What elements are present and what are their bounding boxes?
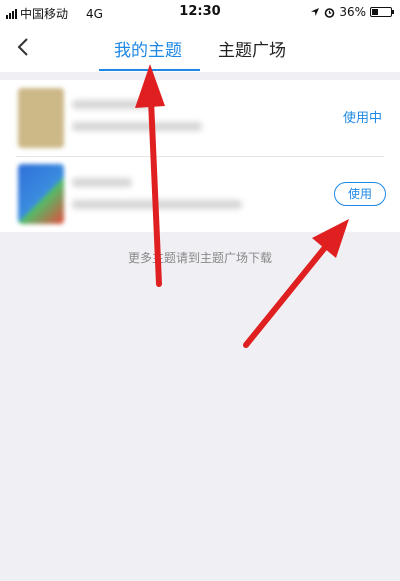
annotation-arrows [135, 64, 349, 348]
annotation-arrow-tab [135, 64, 165, 287]
annotation-arrow-use-button [243, 219, 349, 348]
